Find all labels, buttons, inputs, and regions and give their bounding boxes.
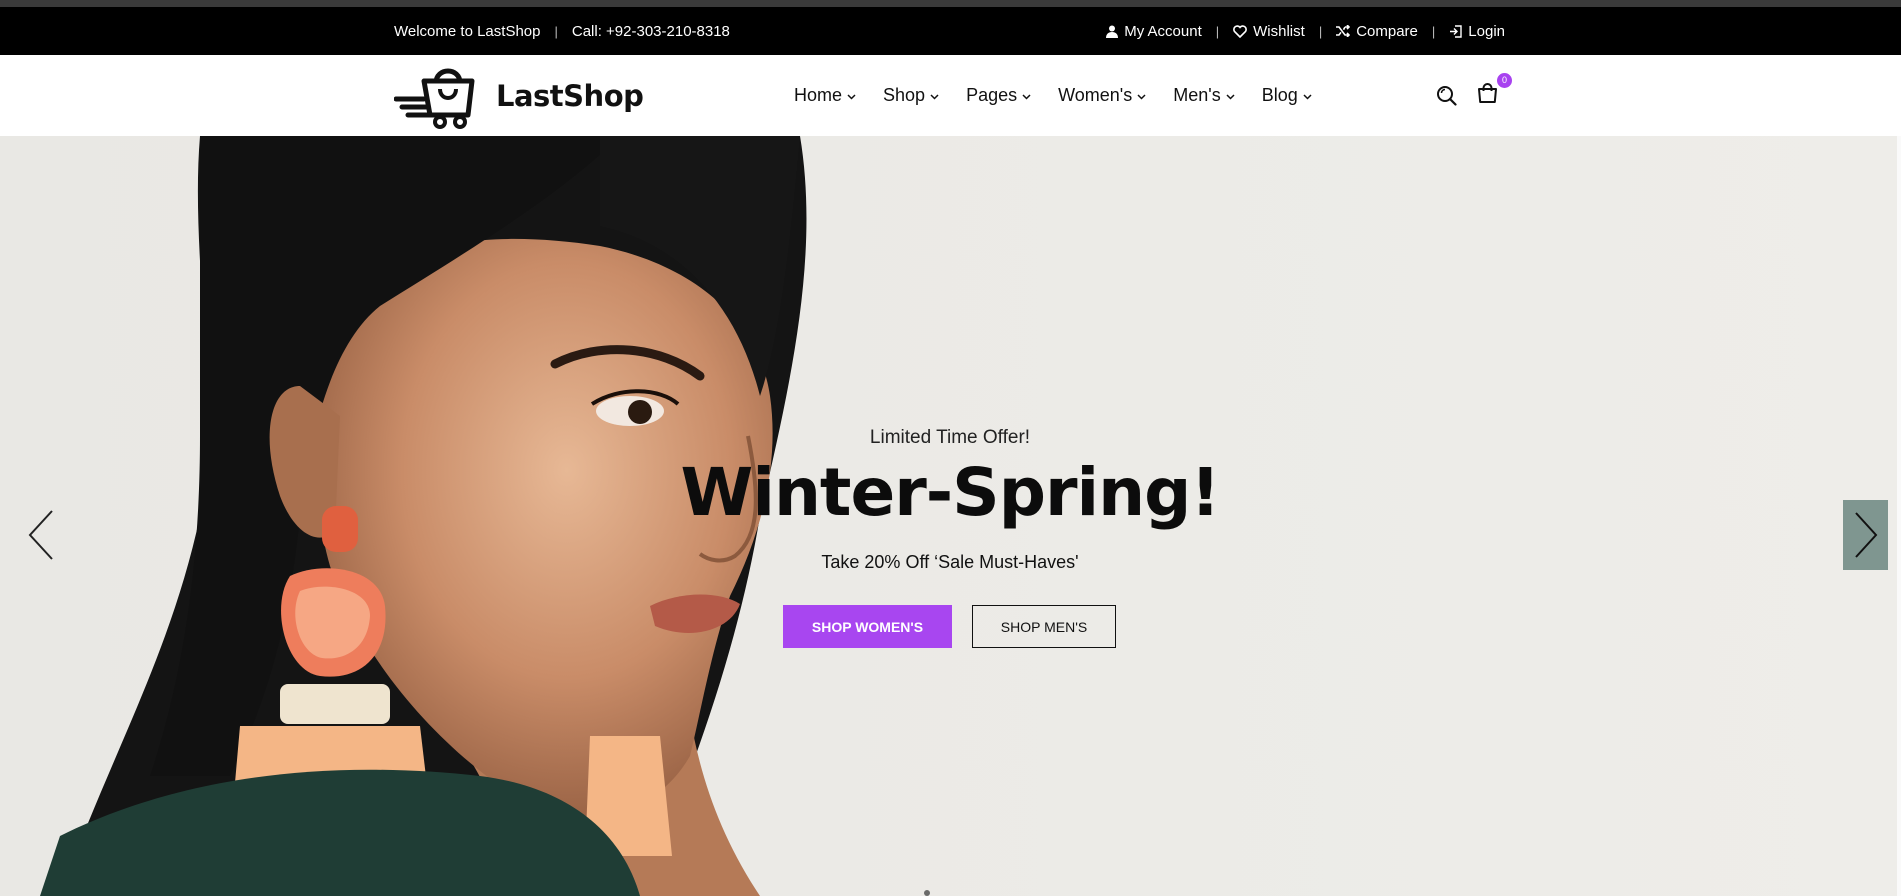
nav-item-shop[interactable]: Shop (883, 85, 939, 106)
cart-button[interactable]: 0 (1477, 72, 1512, 109)
slider-next-button[interactable] (1843, 500, 1888, 570)
hero-subline: Take 20% Off ‘Sale Must-Haves' (821, 552, 1079, 572)
login-link[interactable]: Login (1449, 23, 1505, 40)
top-bar: Welcome to LastShop | Call: +92-303-210-… (0, 7, 1901, 55)
nav-label: Women's (1058, 85, 1133, 105)
main-header: LastShop Home Shop Pages Women's Men's B… (0, 55, 1901, 136)
hero-kicker: Limited Time Offer! (869, 427, 1031, 448)
login-icon (1450, 24, 1462, 38)
divider: | (1431, 23, 1436, 39)
top-bar-left: Welcome to LastShop | Call: +92-303-210-… (394, 7, 730, 55)
nav-item-mens[interactable]: Men's (1173, 85, 1235, 106)
user-icon (1106, 25, 1119, 38)
phone-text: Call: +92-303-210-8318 (571, 22, 730, 40)
nav-label: Blog (1261, 85, 1298, 105)
browser-top-strip (0, 0, 1901, 7)
chevron-down-icon (1137, 93, 1146, 100)
main-nav: Home Shop Pages Women's Men's Blog (794, 55, 1339, 136)
my-account-link[interactable]: My Account (1106, 23, 1202, 40)
site-logo[interactable]: LastShop (394, 63, 644, 129)
divider: | (1318, 23, 1323, 39)
wishlist-link[interactable]: Wishlist (1233, 23, 1305, 40)
welcome-text: Welcome to LastShop (394, 22, 541, 40)
chevron-down-icon (1226, 93, 1235, 100)
chevron-down-icon (930, 93, 939, 100)
my-account-label: My Account (1124, 22, 1202, 40)
chevron-down-icon (847, 93, 856, 100)
cart-count-badge: 0 (1497, 72, 1512, 88)
shuffle-icon (1336, 25, 1351, 37)
logo-text: LastShop (496, 79, 644, 113)
nav-item-blog[interactable]: Blog (1262, 85, 1312, 106)
compare-label: Compare (1356, 22, 1418, 40)
login-label: Login (1468, 22, 1505, 40)
slider-dot[interactable] (924, 890, 930, 896)
divider: | (554, 23, 558, 39)
nav-label: Home (794, 85, 843, 105)
search-icon[interactable] (1436, 85, 1457, 106)
nav-label: Men's (1173, 85, 1221, 105)
shopping-bag-icon (1478, 82, 1497, 103)
heart-icon (1233, 24, 1247, 38)
shopping-bag-logo-icon (394, 68, 475, 129)
shop-mens-button[interactable]: SHOP MEN'S (972, 605, 1116, 648)
nav-item-womens[interactable]: Women's (1058, 85, 1146, 106)
divider: | (1215, 23, 1220, 39)
hero-slider: Limited Time Offer! Winter-Spring! Take … (0, 136, 1897, 896)
chevron-right-icon (1854, 512, 1877, 558)
chevron-down-icon (1022, 93, 1031, 100)
hero-headline: Winter-Spring! (680, 454, 1221, 531)
nav-label: Shop (883, 85, 926, 105)
shop-womens-button[interactable]: SHOP WOMEN'S (783, 605, 952, 648)
top-bar-right: My Account | Wishlist | Compare | Login (1106, 7, 1505, 55)
header-icons: 0 (1436, 55, 1512, 136)
nav-item-home[interactable]: Home (794, 85, 856, 106)
nav-item-pages[interactable]: Pages (966, 85, 1031, 106)
chevron-down-icon (1303, 93, 1312, 100)
nav-label: Pages (966, 85, 1018, 105)
wishlist-label: Wishlist (1253, 22, 1305, 40)
page-edge (1897, 136, 1901, 896)
compare-link[interactable]: Compare (1336, 23, 1418, 40)
chevron-left-icon[interactable] (26, 509, 56, 561)
